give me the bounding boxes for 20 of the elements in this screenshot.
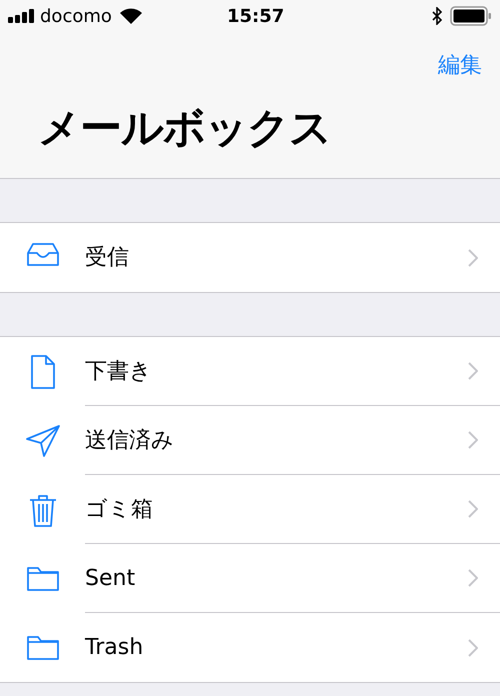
clock-time: 15:57 (227, 4, 284, 28)
mailbox-label: Sent (85, 564, 136, 592)
mailbox-label: 下書き (85, 358, 153, 386)
signal-icon (8, 9, 36, 23)
chevron-icon (468, 569, 478, 587)
chevron-icon (468, 362, 478, 380)
chevron-icon (468, 248, 478, 266)
carrier-name: docomo (40, 4, 112, 28)
mailbox-label: 受信 (85, 244, 130, 272)
chevron-icon (468, 500, 478, 518)
mailbox-label: 送信済み (85, 426, 175, 454)
bluetooth-icon (432, 7, 442, 25)
wifi-icon (120, 8, 142, 24)
battery-icon (450, 6, 492, 26)
page-title: メールボックス (38, 102, 331, 154)
paper-plane-icon (26, 424, 60, 458)
chevron-icon (468, 431, 478, 449)
mailbox-label: Trash (85, 634, 144, 662)
mailbox-label: ゴミ箱 (85, 496, 154, 524)
chevron-icon (468, 638, 478, 656)
